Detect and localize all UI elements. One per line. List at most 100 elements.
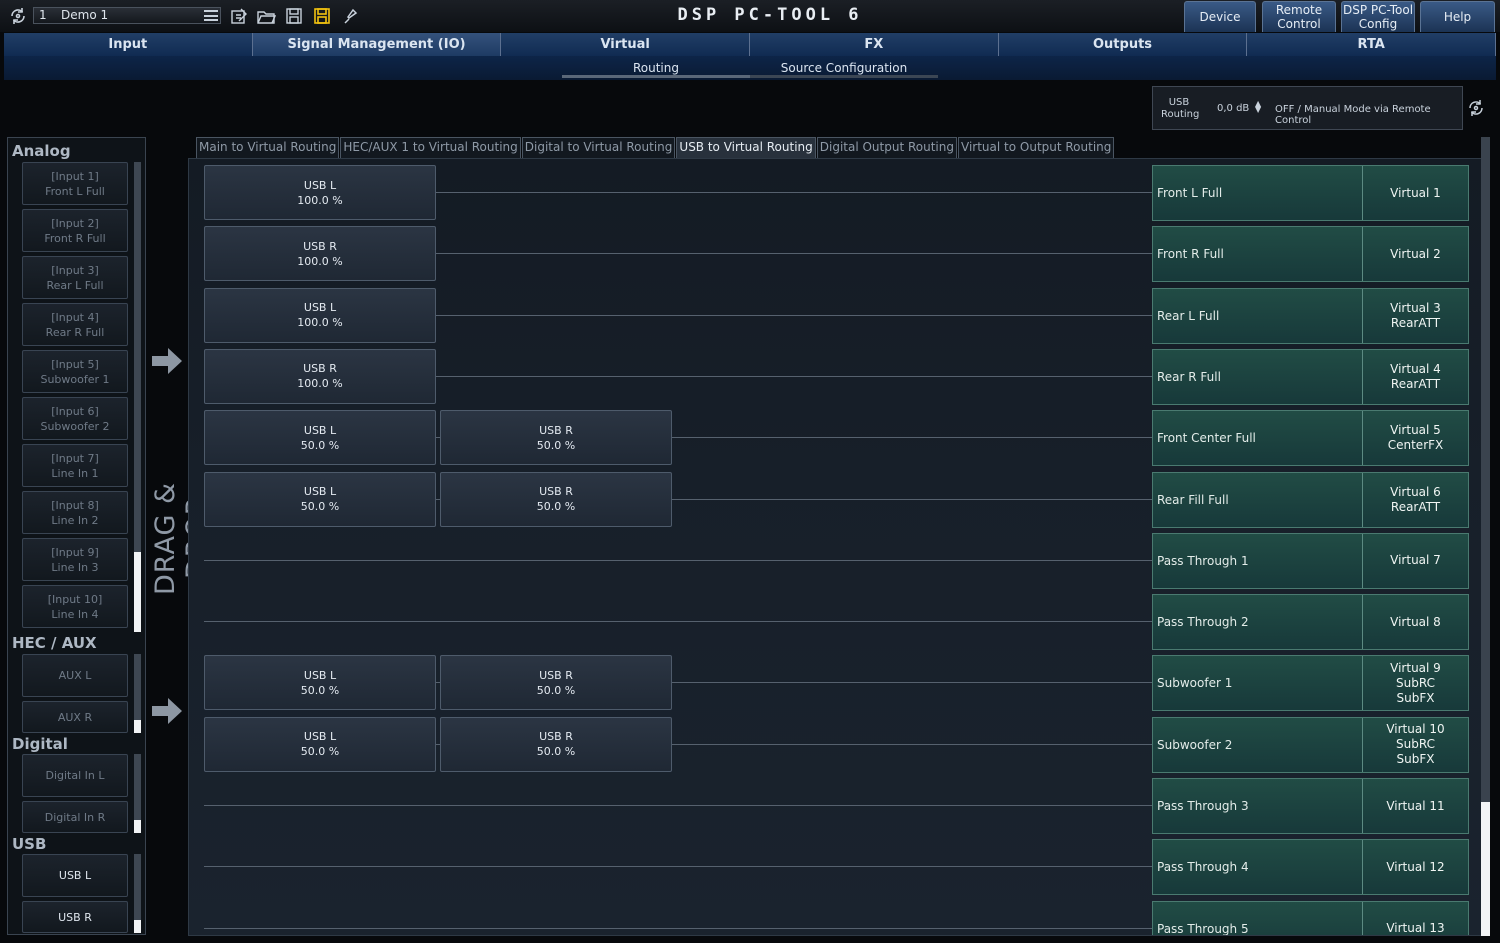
virtual-destination[interactable]: Front Center Full Virtual 5 CenterFX xyxy=(1152,410,1469,467)
chip-level: 100.0 % xyxy=(297,254,343,268)
source-input-9[interactable]: [Input 9] Line In 3 xyxy=(22,538,128,581)
virtual-channel-label: Virtual 4 RearATT xyxy=(1363,350,1468,404)
tab-main-to-virtual[interactable]: Main to Virtual Routing xyxy=(196,137,340,158)
virtual-destination[interactable]: Front L Full Virtual 1 xyxy=(1152,165,1469,221)
source-input-3[interactable]: [Input 3] Rear L Full xyxy=(22,256,128,299)
chip-level: 100.0 % xyxy=(297,316,343,330)
tab-fx[interactable]: FX xyxy=(750,33,999,56)
virtual-destination[interactable]: Pass Through 3 Virtual 11 xyxy=(1152,778,1469,834)
source-input-5[interactable]: [Input 5] Subwoofer 1 xyxy=(22,350,128,393)
scrollbar-thumb[interactable] xyxy=(134,552,141,632)
virtual-destination[interactable]: Pass Through 2 Virtual 8 xyxy=(1152,594,1469,651)
source-label: [Input 3] xyxy=(51,263,99,277)
tab-input[interactable]: Input xyxy=(4,33,253,56)
source-usb-r[interactable]: USB R xyxy=(22,901,128,933)
chip-level: 50.0 % xyxy=(300,683,340,697)
source-input-4[interactable]: [Input 4] Rear R Full xyxy=(22,303,128,346)
tab-usb-to-virtual[interactable]: USB to Virtual Routing xyxy=(676,137,816,158)
scrollbar-thumb[interactable] xyxy=(134,920,141,933)
source-chip[interactable]: USB R 50.0 % xyxy=(440,410,672,466)
destination-name: Pass Through 4 xyxy=(1153,840,1363,895)
virtual-destination[interactable]: Rear L Full Virtual 3 RearATT xyxy=(1152,287,1469,344)
edit-icon[interactable] xyxy=(229,6,249,26)
virtual-channel-line: Virtual 8 xyxy=(1390,614,1441,629)
source-chip[interactable]: USB L 50.0 % xyxy=(204,716,436,772)
preset-selector[interactable]: 1 Demo 1 xyxy=(33,7,221,24)
destination-name: Pass Through 5 xyxy=(1153,901,1363,935)
source-usb-l[interactable]: USB L xyxy=(22,854,128,897)
tab-hec-aux-to-virtual[interactable]: HEC/AUX 1 to Virtual Routing xyxy=(340,137,521,158)
virtual-destination[interactable]: Rear R Full Virtual 4 RearATT xyxy=(1152,348,1469,405)
tab-outputs[interactable]: Outputs xyxy=(998,33,1248,56)
tab-digital-to-virtual[interactable]: Digital to Virtual Routing xyxy=(521,137,676,158)
destination-name: Subwoofer 1 xyxy=(1153,656,1363,711)
source-input-8[interactable]: [Input 8] Line In 2 xyxy=(22,491,128,534)
save-highlight-icon[interactable] xyxy=(312,6,332,26)
usb-gain-value[interactable]: 0,0 dB xyxy=(1217,103,1249,114)
scrollbar-thumb[interactable] xyxy=(1481,802,1490,936)
virtual-destination[interactable]: Subwoofer 2 Virtual 10 SubRC SubFX xyxy=(1152,716,1469,773)
subtab-routing[interactable]: Routing xyxy=(562,60,750,78)
link-icon[interactable] xyxy=(340,6,360,26)
scrollbar-thumb[interactable] xyxy=(134,820,141,833)
source-chip[interactable]: USB L 50.0 % xyxy=(204,655,436,711)
remote-control-button[interactable]: Remote Control xyxy=(1262,1,1336,32)
subtab-source-configuration[interactable]: Source Configuration xyxy=(750,60,938,78)
tab-digital-output[interactable]: Digital Output Routing xyxy=(816,137,957,158)
source-chip[interactable]: USB R 100.0 % xyxy=(204,226,436,282)
virtual-destination[interactable]: Pass Through 4 Virtual 12 xyxy=(1152,839,1469,896)
source-chip[interactable]: USB L 100.0 % xyxy=(204,287,436,343)
source-digital-in-r[interactable]: Digital In R xyxy=(22,801,128,833)
matrix-scrollbar[interactable] xyxy=(1481,137,1490,936)
usb-scrollbar[interactable] xyxy=(134,854,141,933)
gain-spinner-icon[interactable]: ▲ ▼ xyxy=(1255,100,1261,114)
digital-scrollbar[interactable] xyxy=(134,754,141,833)
tab-virtual[interactable]: Virtual xyxy=(501,33,751,56)
analog-scrollbar[interactable] xyxy=(134,162,141,632)
usb-routing-panel: USB Routing 0,0 dB ▲ ▼ OFF / Manual Mode … xyxy=(1152,86,1463,130)
source-chip[interactable]: USB R 50.0 % xyxy=(440,655,672,711)
destination-name: Pass Through 3 xyxy=(1153,779,1363,833)
refresh-settings-icon[interactable] xyxy=(1466,98,1486,118)
section-digital: Digital xyxy=(12,735,68,753)
source-input-7[interactable]: [Input 7] Line In 1 xyxy=(22,444,128,487)
virtual-channel-line: Virtual 2 xyxy=(1390,246,1441,261)
help-button[interactable]: Help xyxy=(1420,1,1495,32)
source-aux-r[interactable]: AUX R xyxy=(22,701,128,733)
virtual-destination[interactable]: Pass Through 1 Virtual 7 xyxy=(1152,532,1469,589)
virtual-destination[interactable]: Front R Full Virtual 2 xyxy=(1152,226,1469,283)
virtual-destination[interactable]: Pass Through 5 Virtual 13 xyxy=(1152,900,1469,935)
source-input-2[interactable]: [Input 2] Front R Full xyxy=(22,209,128,252)
device-button[interactable]: Device xyxy=(1184,1,1256,32)
chip-level: 100.0 % xyxy=(297,377,343,391)
save-icon[interactable] xyxy=(284,6,304,26)
scrollbar-thumb[interactable] xyxy=(134,720,141,733)
source-chip[interactable]: USB L 50.0 % xyxy=(204,471,436,527)
source-input-1[interactable]: [Input 1] Front L Full xyxy=(22,162,128,205)
source-chip[interactable]: USB R 50.0 % xyxy=(440,716,672,772)
source-label: [Input 4] xyxy=(51,310,99,324)
open-folder-icon[interactable] xyxy=(256,6,277,26)
source-input-6[interactable]: [Input 6] Subwoofer 2 xyxy=(22,397,128,440)
tab-virtual-to-output[interactable]: Virtual to Output Routing xyxy=(958,137,1115,158)
source-digital-in-l[interactable]: Digital In L xyxy=(22,754,128,797)
hec-scrollbar[interactable] xyxy=(134,654,141,733)
usb-mode-text[interactable]: OFF / Manual Mode via Remote Control xyxy=(1275,104,1462,126)
source-chip[interactable]: USB R 50.0 % xyxy=(440,471,672,527)
tab-rta[interactable]: RTA xyxy=(1247,33,1497,56)
chip-source-name: USB L xyxy=(303,730,337,744)
virtual-destination[interactable]: Rear Fill Full Virtual 6 RearATT xyxy=(1152,471,1469,528)
source-aux-l[interactable]: AUX L xyxy=(22,654,128,697)
tab-signal-management[interactable]: Signal Management (IO) xyxy=(252,33,502,56)
refresh-icon[interactable] xyxy=(8,6,28,26)
virtual-destination[interactable]: Subwoofer 1 Virtual 9 SubRC SubFX xyxy=(1152,655,1469,712)
config-button[interactable]: DSP PC-Tool Config xyxy=(1341,1,1415,32)
source-chip[interactable]: USB R 100.0 % xyxy=(204,348,436,404)
source-sublabel: Line In 2 xyxy=(51,513,99,527)
menu-icon[interactable] xyxy=(204,10,218,21)
source-chip[interactable]: USB L 100.0 % xyxy=(204,165,436,220)
virtual-channel-label: Virtual 1 xyxy=(1363,166,1468,220)
destination-name: Front L Full xyxy=(1153,166,1363,220)
source-input-10[interactable]: [Input 10] Line In 4 xyxy=(22,585,128,628)
source-chip[interactable]: USB L 50.0 % xyxy=(204,410,436,466)
